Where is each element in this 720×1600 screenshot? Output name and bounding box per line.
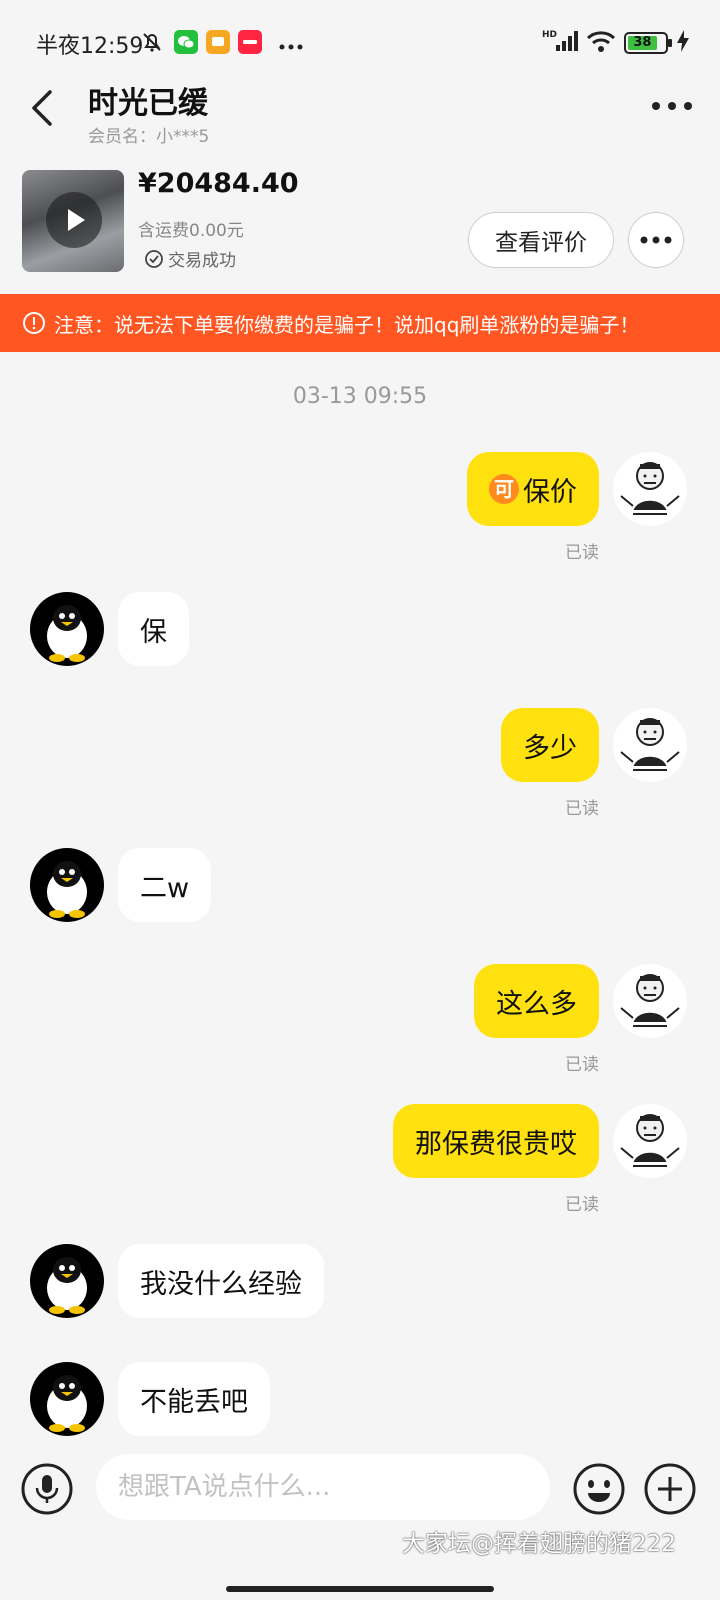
battery-level: 38 — [628, 36, 657, 50]
contact-avatar[interactable] — [30, 592, 104, 666]
read-receipt: 已读 — [565, 1195, 599, 1215]
deal-status-label: 交易成功 — [168, 251, 236, 271]
svg-text:HD: HD — [542, 30, 557, 40]
add-attachment-button[interactable] — [643, 1462, 697, 1516]
my-avatar[interactable] — [613, 964, 687, 1038]
message-text: 二w — [140, 872, 190, 904]
product-video-thumbnail[interactable] — [22, 170, 124, 272]
play-icon — [46, 192, 102, 248]
voice-button[interactable] — [20, 1462, 74, 1516]
plus-icon — [644, 1463, 696, 1515]
back-arrow-icon — [32, 90, 52, 126]
charging-icon — [676, 30, 690, 56]
read-receipt: 已读 — [565, 799, 599, 819]
microphone-icon — [21, 1463, 73, 1515]
home-indicator[interactable] — [226, 1586, 494, 1592]
more-options-button[interactable] — [650, 94, 694, 118]
mute-bell-icon — [140, 30, 164, 54]
deal-status: 交易成功 — [144, 246, 236, 271]
chat-header: 时光已缓 会员名：小***5 — [0, 72, 720, 162]
message-bubble-outgoing[interactable]: 那保费很贵哎 — [393, 1104, 599, 1178]
emoji-button[interactable] — [572, 1462, 626, 1516]
shipping-fee: 含运费0.00元 — [138, 221, 244, 241]
wechat-icon — [174, 30, 198, 54]
view-review-button[interactable]: 查看评价 — [468, 212, 614, 268]
message-bubble-incoming[interactable]: 二w — [118, 848, 212, 922]
watermark: 大家坛@挥着翅膀的猪222 — [402, 1531, 676, 1557]
contact-avatar[interactable] — [30, 848, 104, 922]
page-title: 时光已缓 — [88, 86, 208, 121]
contact-avatar[interactable] — [30, 1244, 104, 1318]
xiaohongshu-icon — [238, 30, 262, 54]
member-name: 会员名：小***5 — [88, 127, 210, 147]
message-text: 多少 — [523, 732, 577, 764]
more-dots-icon — [640, 236, 672, 244]
message-text: 不能丢吧 — [140, 1386, 248, 1418]
warning-text: 注意：说无法下单要你缴费的是骗子！说加qq刷单涨粉的是骗子！ — [54, 312, 640, 337]
signal-icon: HD — [542, 29, 578, 57]
message-text: 那保费很贵哎 — [415, 1128, 577, 1160]
more-dots-icon — [652, 102, 692, 110]
message-text: 保价 — [523, 476, 577, 508]
product-card: ¥20484.40 含运费0.00元 交易成功 查看评价 — [0, 168, 720, 280]
fraud-warning-banner: 注意：说无法下单要你缴费的是骗子！说加qq刷单涨粉的是骗子！ — [0, 294, 720, 352]
price-protection-icon: 可 — [489, 474, 519, 504]
check-circle-icon — [145, 249, 163, 268]
status-right-group: HD 38 — [542, 30, 690, 56]
message-text: 保 — [140, 616, 167, 648]
my-avatar[interactable] — [613, 452, 687, 526]
message-text: 这么多 — [496, 988, 577, 1020]
my-avatar[interactable] — [613, 708, 687, 782]
read-receipt: 已读 — [565, 1055, 599, 1075]
message-bubble-outgoing[interactable]: 可 保价 — [467, 452, 599, 526]
message-bubble-incoming[interactable]: 不能丢吧 — [118, 1362, 270, 1436]
message-bubble-outgoing[interactable]: 多少 — [501, 708, 599, 782]
more-notifications-icon — [278, 36, 303, 60]
wifi-icon — [586, 29, 616, 57]
message-bubble-outgoing[interactable]: 这么多 — [474, 964, 599, 1038]
message-text: 我没什么经验 — [140, 1268, 302, 1300]
my-avatar[interactable] — [613, 1104, 687, 1178]
emoji-icon — [573, 1463, 625, 1515]
message-input[interactable] — [96, 1454, 550, 1520]
battery-icon: 38 — [624, 32, 672, 54]
product-more-button[interactable] — [628, 212, 684, 268]
contact-avatar[interactable] — [30, 1362, 104, 1436]
product-price: ¥20484.40 — [138, 168, 299, 199]
back-button[interactable] — [26, 86, 66, 130]
warning-icon — [23, 312, 45, 334]
message-bubble-incoming[interactable]: 保 — [118, 592, 189, 666]
message-app-icon — [206, 30, 230, 54]
chat-timestamp: 03-13 09:55 — [292, 384, 428, 409]
status-time: 半夜12:59 — [36, 34, 144, 59]
message-bubble-incoming[interactable]: 我没什么经验 — [118, 1244, 324, 1318]
read-receipt: 已读 — [565, 543, 599, 563]
